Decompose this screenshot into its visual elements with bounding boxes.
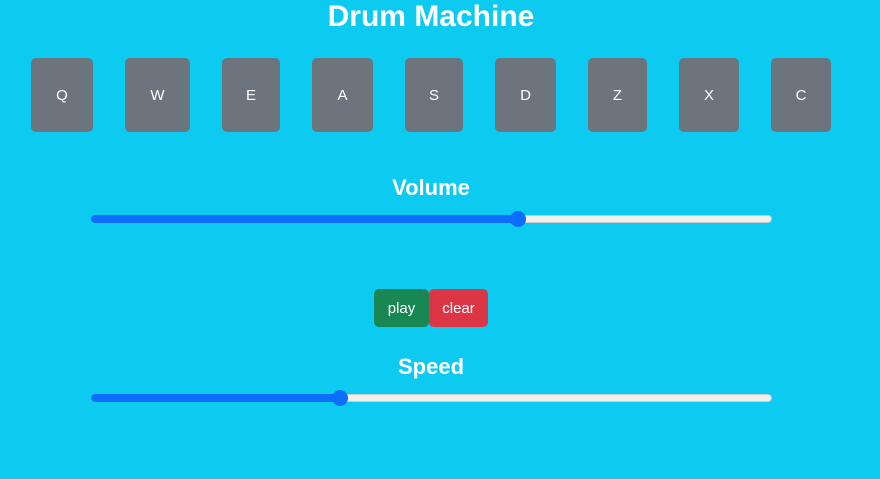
- drum-pad-label: S: [428, 86, 439, 104]
- drum-pad-label: W: [150, 86, 165, 104]
- drum-pad-x[interactable]: X: [679, 58, 739, 132]
- drum-machine-page: Drum Machine Q W E A S D Z X C Volume pl…: [0, 0, 880, 479]
- drum-pad-label: C: [795, 86, 807, 104]
- drum-pad-d[interactable]: D: [495, 58, 556, 132]
- drum-pad-c[interactable]: C: [771, 58, 831, 132]
- drum-pad-label: Q: [56, 86, 68, 104]
- drum-pad-s[interactable]: S: [405, 58, 463, 132]
- drum-pad-label: E: [245, 86, 256, 104]
- clear-button[interactable]: clear: [429, 289, 488, 327]
- speed-slider[interactable]: [91, 390, 772, 406]
- volume-label: Volume: [392, 175, 470, 200]
- drum-pad-label: D: [520, 86, 531, 104]
- slider-thumb[interactable]: [332, 390, 349, 406]
- drum-pad-w[interactable]: W: [125, 58, 190, 132]
- play-button[interactable]: play: [374, 289, 429, 327]
- slider-thumb[interactable]: [509, 211, 526, 227]
- drum-pad-a[interactable]: A: [312, 58, 373, 132]
- drum-pad-label: Z: [612, 86, 623, 104]
- drum-pad-label: A: [337, 86, 348, 104]
- volume-slider[interactable]: [91, 211, 772, 227]
- slider-fill: [91, 215, 518, 223]
- slider-fill: [91, 394, 341, 402]
- drum-pad-e[interactable]: E: [222, 58, 280, 132]
- drum-pad-z[interactable]: Z: [588, 58, 647, 132]
- page-title: Drum Machine: [327, 0, 535, 33]
- drum-pad-q[interactable]: Q: [31, 58, 93, 132]
- drum-pad-label: X: [703, 86, 714, 104]
- speed-label: Speed: [397, 354, 465, 379]
